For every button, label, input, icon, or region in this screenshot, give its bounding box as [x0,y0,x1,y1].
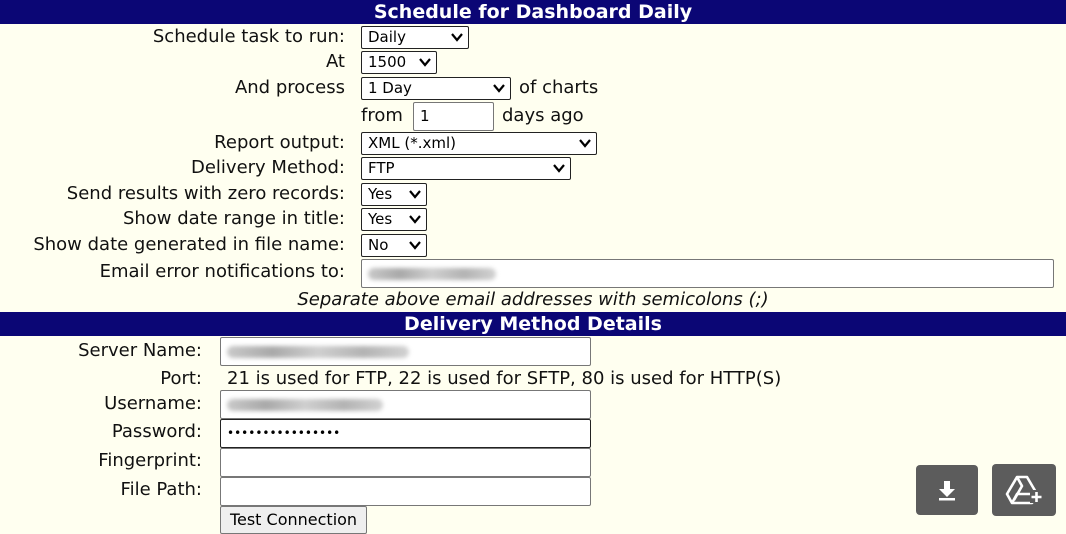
server-name-label: Server Name: [78,340,202,361]
file-path-input[interactable] [220,477,591,506]
date-generated-label: Show date generated in file name: [33,234,345,255]
at-label: At [325,51,345,72]
test-connection-button[interactable]: Test Connection [220,506,367,534]
redacted-text [227,399,383,411]
username-label: Username: [104,393,202,414]
report-output-value: XML (*.xml) [368,134,456,152]
date-range-value: Yes [368,210,393,228]
chevron-down-icon [409,241,421,250]
delivery-method-value: FTP [368,159,395,177]
chevron-down-icon [409,215,421,224]
schedule-task-value: Daily [368,28,406,46]
date-generated-select[interactable]: No [361,234,427,257]
schedule-header: Schedule for Dashboard Daily [0,0,1066,24]
redacted-text [227,346,409,358]
report-output-select[interactable]: XML (*.xml) [361,132,597,155]
chevron-down-icon [579,139,591,148]
from-suffix: days ago [502,105,584,126]
chevron-down-icon [451,33,463,42]
zero-records-select[interactable]: Yes [361,183,427,206]
port-help-text: 21 is used for FTP, 22 is used for SFTP,… [227,368,782,389]
process-label: And process [234,77,345,98]
email-separator-note: Separate above email addresses with semi… [297,289,769,310]
download-arrow-icon [939,481,955,501]
date-range-label: Show date range in title: [122,208,345,229]
process-value: 1 Day [368,79,412,97]
report-output-label: Report output: [214,132,345,153]
file-path-label: File Path: [120,479,202,500]
username-input[interactable] [220,390,591,419]
redacted-text [368,268,496,280]
fingerprint-input[interactable] [220,448,591,477]
password-label: Password: [111,421,202,442]
process-select[interactable]: 1 Day [361,77,511,100]
from-label: from [361,105,403,126]
delivery-method-select[interactable]: FTP [361,157,571,180]
schedule-task-label: Schedule task to run: [152,26,345,47]
chevron-down-icon [419,58,431,67]
email-notifications-input[interactable] [361,259,1054,288]
download-button[interactable] [916,465,978,515]
drive-add-button[interactable] [992,464,1056,516]
delivery-method-label: Delivery Method: [190,157,345,178]
zero-records-label: Send results with zero records: [66,183,345,204]
password-input[interactable]: •••••••••••••••• [220,419,591,448]
date-range-select[interactable]: Yes [361,208,427,231]
schedule-task-select[interactable]: Daily [361,26,469,49]
email-notifications-label: Email error notifications to: [99,261,345,282]
fingerprint-label: Fingerprint: [98,450,202,471]
chevron-down-icon [493,84,505,93]
date-generated-value: No [368,236,389,254]
process-suffix: of charts [519,77,599,98]
at-value: 1500 [368,53,407,71]
zero-records-value: Yes [368,185,393,203]
chevron-down-icon [553,164,565,173]
days-ago-input[interactable]: 1 [413,102,494,131]
chevron-down-icon [409,190,421,199]
drive-add-icon [1005,475,1043,505]
delivery-details-header: Delivery Method Details [0,312,1066,336]
at-select[interactable]: 1500 [361,51,437,74]
port-label: Port: [160,368,202,389]
server-name-input[interactable] [220,337,591,366]
